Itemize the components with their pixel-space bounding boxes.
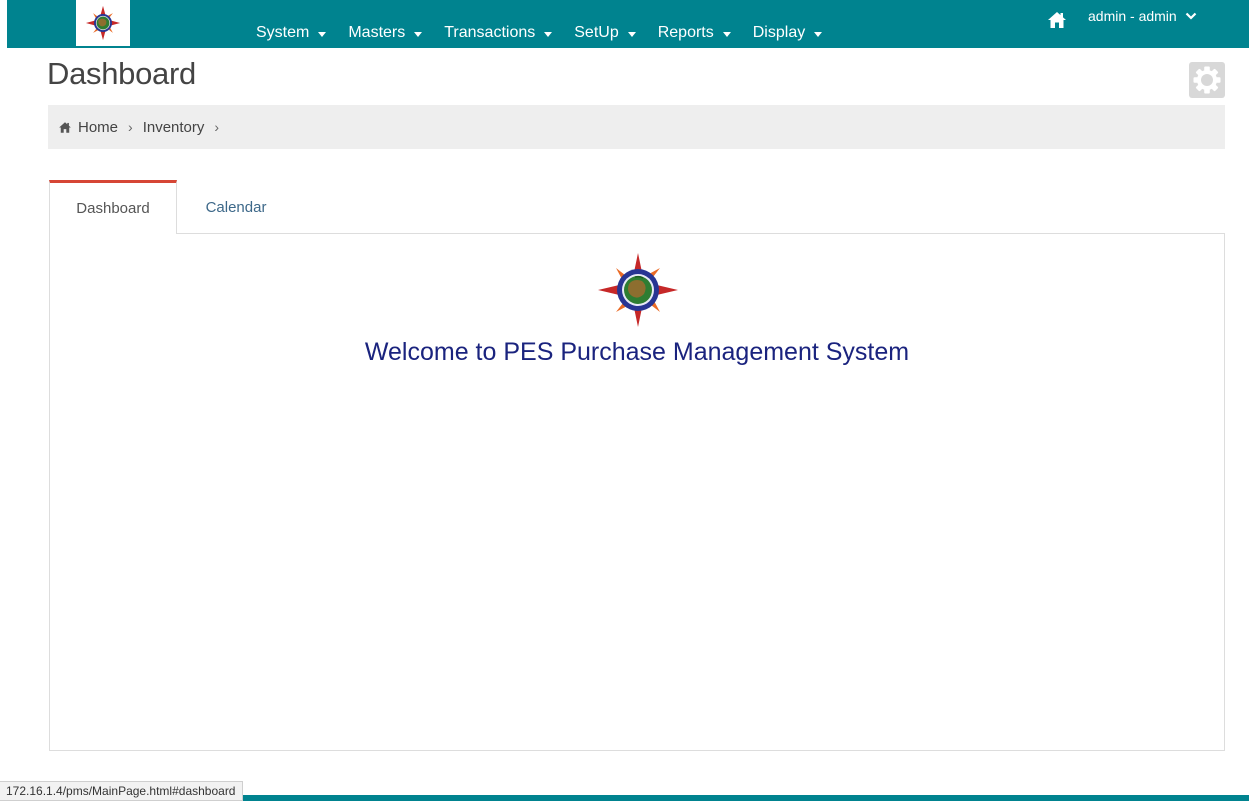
tab-dashboard-label: Dashboard <box>76 200 150 217</box>
compass-logo-icon <box>598 253 678 327</box>
breadcrumb: Home › Inventory › <box>48 105 1225 149</box>
gear-icon <box>1193 66 1221 94</box>
caret-down-icon <box>814 31 823 37</box>
breadcrumb-inventory-label: Inventory <box>142 118 205 136</box>
menu-setup[interactable]: SetUp <box>574 6 636 42</box>
welcome-message: Welcome to PES Purchase Management Syste… <box>364 338 910 366</box>
tab-calendar-label: Calendar <box>205 198 267 216</box>
user-menu[interactable]: admin - admin <box>1088 8 1197 24</box>
menu-reports[interactable]: Reports <box>658 6 731 42</box>
status-url: 172.16.1.4/pms/MainPage.html#dashboard <box>0 781 244 801</box>
chevron-right-icon: › <box>128 119 133 135</box>
caret-down-icon <box>722 31 731 37</box>
user-name: admin - admin <box>1088 8 1177 24</box>
caret-down-icon <box>318 31 327 37</box>
breadcrumb-home[interactable]: Home <box>58 119 118 136</box>
home-icon[interactable] <box>1047 10 1067 30</box>
menu-display[interactable]: Display <box>753 6 823 42</box>
compass-logo-icon <box>85 5 121 41</box>
home-icon <box>59 121 71 133</box>
dashboard-panel: Welcome to PES Purchase Management Syste… <box>49 233 1225 751</box>
tab-calendar[interactable]: Calendar <box>177 180 295 234</box>
breadcrumb-inventory[interactable]: Inventory <box>143 119 205 136</box>
tab-dashboard[interactable]: Dashboard <box>49 180 177 234</box>
chevron-right-icon: › <box>214 119 220 135</box>
breadcrumb-home-label: Home <box>78 118 119 136</box>
caret-down-icon <box>414 31 423 37</box>
menu-masters[interactable]: Masters <box>348 6 423 42</box>
menu-system[interactable]: System <box>256 6 327 42</box>
page-title: Dashboard <box>47 56 196 91</box>
menu-transactions[interactable]: Transactions <box>444 6 553 42</box>
chevron-down-icon <box>1185 12 1196 20</box>
main-menu: System Masters Transactions SetUp Report… <box>256 0 844 48</box>
caret-down-icon <box>627 31 636 37</box>
top-navbar: System Masters Transactions SetUp Report… <box>7 0 1249 48</box>
settings-button[interactable] <box>1189 62 1225 98</box>
app-logo[interactable] <box>76 0 130 46</box>
caret-down-icon <box>544 31 553 37</box>
